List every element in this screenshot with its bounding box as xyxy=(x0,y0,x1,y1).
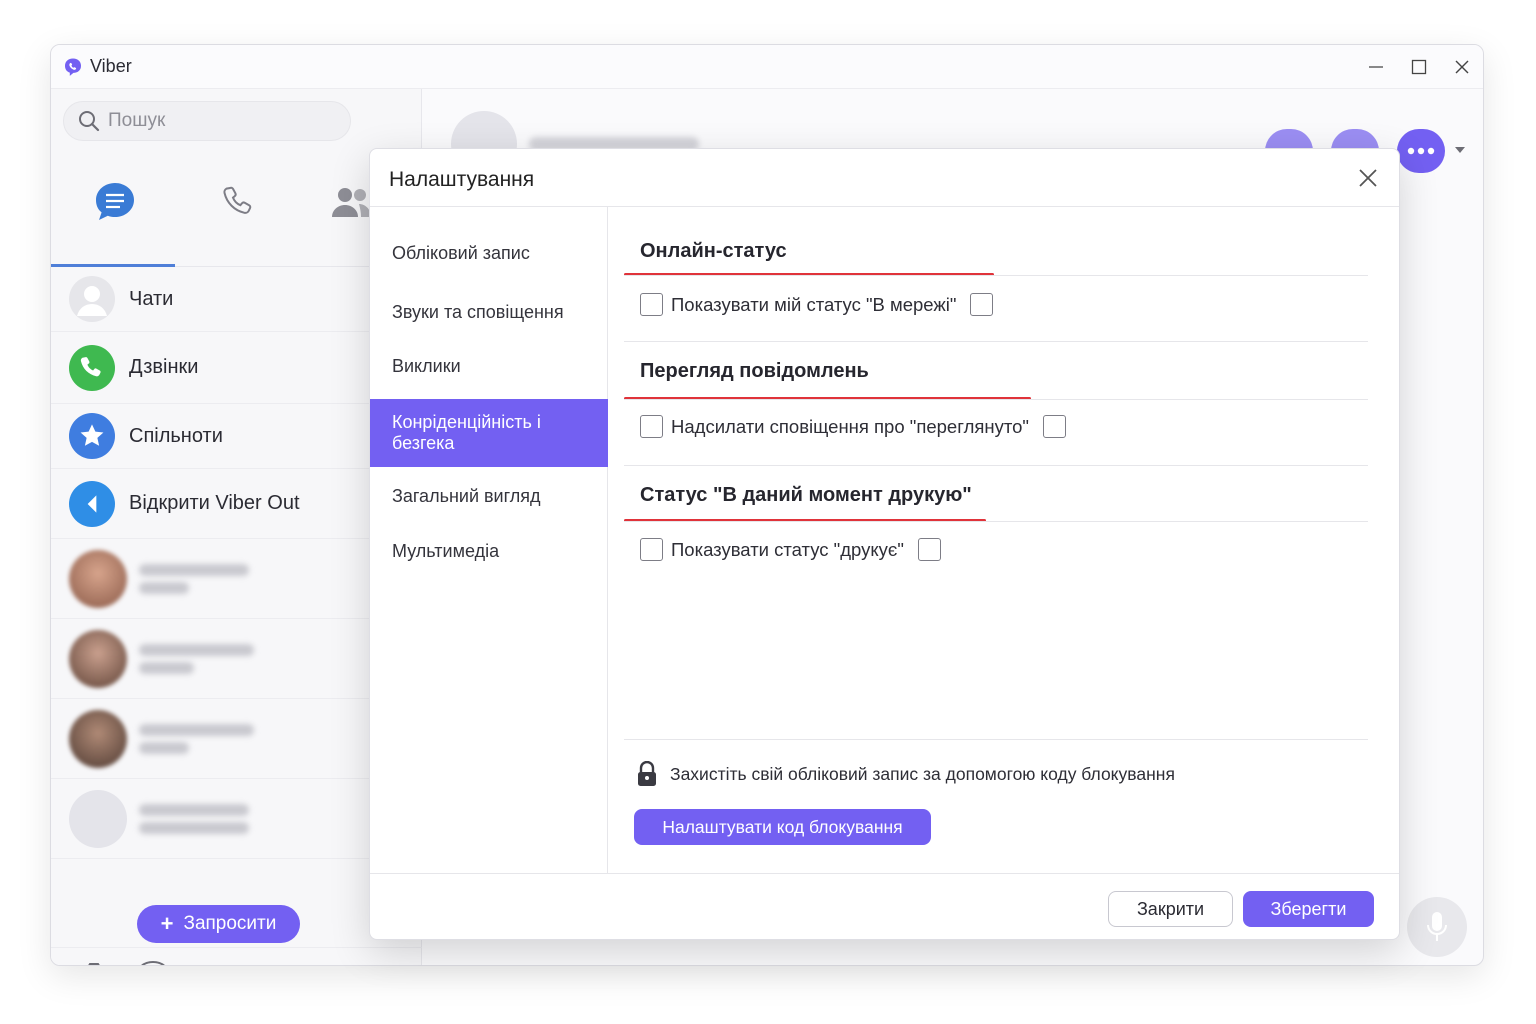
section-title-read-receipts: Перегляд повідомлень xyxy=(640,360,869,382)
lock-icon xyxy=(638,761,656,786)
phone-icon xyxy=(69,344,115,391)
minimize-button[interactable] xyxy=(1354,45,1397,89)
more-dots-icon xyxy=(1407,147,1435,155)
avatar xyxy=(69,789,127,848)
option-online-status: Показувати мій статус "В мережі" xyxy=(640,293,994,316)
nav-account[interactable]: Обліковий запис xyxy=(370,243,608,264)
list-item[interactable] xyxy=(51,779,422,859)
checkbox-read-receipts[interactable] xyxy=(640,415,663,438)
avatar xyxy=(69,709,127,768)
option-label: Показувати мій статус "В мережі" xyxy=(671,293,957,315)
main-nav-tabs xyxy=(51,159,422,267)
avatar xyxy=(69,629,127,688)
checkbox-online-status-secondary[interactable] xyxy=(970,293,994,316)
voice-message-button[interactable] xyxy=(1407,897,1467,957)
checkbox-online-status[interactable] xyxy=(640,293,663,316)
search-box[interactable] xyxy=(63,101,351,141)
sidebar-item-label: Відкрити Viber Out xyxy=(129,492,300,514)
list-item[interactable] xyxy=(51,699,422,779)
invite-label: Запросити xyxy=(183,913,277,934)
sidebar: Чати Дзвінки Спільноти Відкрити Viber Ou… xyxy=(51,89,422,966)
sidebar-bottom-bar xyxy=(51,947,422,966)
window-title: Viber xyxy=(90,56,132,76)
nav-appearance[interactable]: Загальний вигляд xyxy=(370,486,608,507)
phone-icon xyxy=(223,186,252,214)
close-window-button[interactable] xyxy=(1440,45,1483,89)
sidebar-item-viber-out[interactable]: Відкрити Viber Out xyxy=(51,469,422,539)
avatar xyxy=(69,549,127,608)
chat-bubble-icon xyxy=(96,183,134,220)
settings-content: Онлайн-статус Показувати мій статус "В м… xyxy=(608,207,1399,873)
search-icon xyxy=(79,111,100,132)
settings-dialog: Налаштування Обліковий запис Звуки та сп… xyxy=(369,148,1400,940)
dialog-close-button[interactable] xyxy=(1353,163,1383,193)
tab-calls[interactable] xyxy=(211,177,267,227)
nav-sounds-notifications[interactable]: Звуки та сповіщення xyxy=(370,302,608,323)
sidebar-item-calls[interactable]: Дзвінки xyxy=(51,332,422,404)
title-bar: Viber xyxy=(51,45,1483,89)
close-button[interactable]: Закрити xyxy=(1108,891,1233,927)
sidebar-item-communities[interactable]: Спільноти xyxy=(51,404,422,469)
minimize-icon xyxy=(1368,66,1383,68)
save-button[interactable]: Зберегти xyxy=(1243,891,1374,927)
dialog-header: Налаштування xyxy=(370,149,1399,207)
option-label: Показувати статус "друкує" xyxy=(671,538,904,560)
viber-out-icon xyxy=(69,480,115,527)
maximize-icon xyxy=(1411,59,1426,75)
lock-code-text: Захистіть свій обліковий запис за допомо… xyxy=(670,763,1175,784)
contacts-icon xyxy=(332,188,371,217)
microphone-icon xyxy=(1427,912,1447,941)
viber-logo-icon xyxy=(65,58,81,76)
dialog-footer: Закрити Зберегти xyxy=(370,873,1399,939)
star-icon xyxy=(69,413,115,459)
close-icon xyxy=(1359,169,1377,187)
dialog-title: Налаштування xyxy=(389,168,535,191)
person-avatar-icon xyxy=(69,276,115,322)
list-item[interactable] xyxy=(51,619,422,699)
maximize-button[interactable] xyxy=(1397,45,1440,89)
option-read-receipts: Надсилати сповіщення про "переглянуто" xyxy=(640,415,1066,438)
tab-chats[interactable] xyxy=(87,177,143,227)
option-label: Надсилати сповіщення про "переглянуто" xyxy=(671,415,1029,437)
list-item[interactable] xyxy=(51,539,422,619)
option-typing-status: Показувати статус "друкує" xyxy=(640,538,941,561)
invite-button[interactable]: + Запросити xyxy=(137,905,300,943)
sidebar-list: Чати Дзвінки Спільноти Відкрити Viber Ou… xyxy=(51,267,422,859)
sidebar-item-label: Чати xyxy=(129,287,174,310)
viber-sticker-icon[interactable] xyxy=(135,960,193,966)
checkbox-typing-status-secondary[interactable] xyxy=(917,538,941,561)
sidebar-item-label: Дзвінки xyxy=(129,356,199,378)
lock-code-info: Захистіть свій обліковий запис за допомо… xyxy=(636,761,1175,787)
camera-icon[interactable] xyxy=(75,962,113,966)
nav-media[interactable]: Мультимедіа xyxy=(370,541,608,562)
checkbox-typing-status[interactable] xyxy=(640,538,663,561)
section-title-typing-status: Статус "В даний момент друкую" xyxy=(640,484,972,506)
chevron-down-icon[interactable] xyxy=(1453,145,1467,155)
section-title-online-status: Онлайн-статус xyxy=(640,240,787,262)
search-input[interactable] xyxy=(108,110,338,132)
nav-privacy-security[interactable]: Конріденційність і безгека xyxy=(370,399,608,467)
checkbox-read-receipts-secondary[interactable] xyxy=(1042,415,1066,438)
settings-nav: Обліковий запис Звуки та сповіщення Викл… xyxy=(370,207,608,873)
plus-icon: + xyxy=(160,911,174,936)
nav-calls[interactable]: Виклики xyxy=(370,356,608,377)
sidebar-item-chats[interactable]: Чати xyxy=(51,267,422,332)
more-options-button[interactable] xyxy=(1397,129,1445,173)
close-icon xyxy=(1455,60,1468,74)
sidebar-item-label: Спільноти xyxy=(129,424,223,447)
setup-lock-code-button[interactable]: Налаштувати код блокування xyxy=(634,809,931,845)
